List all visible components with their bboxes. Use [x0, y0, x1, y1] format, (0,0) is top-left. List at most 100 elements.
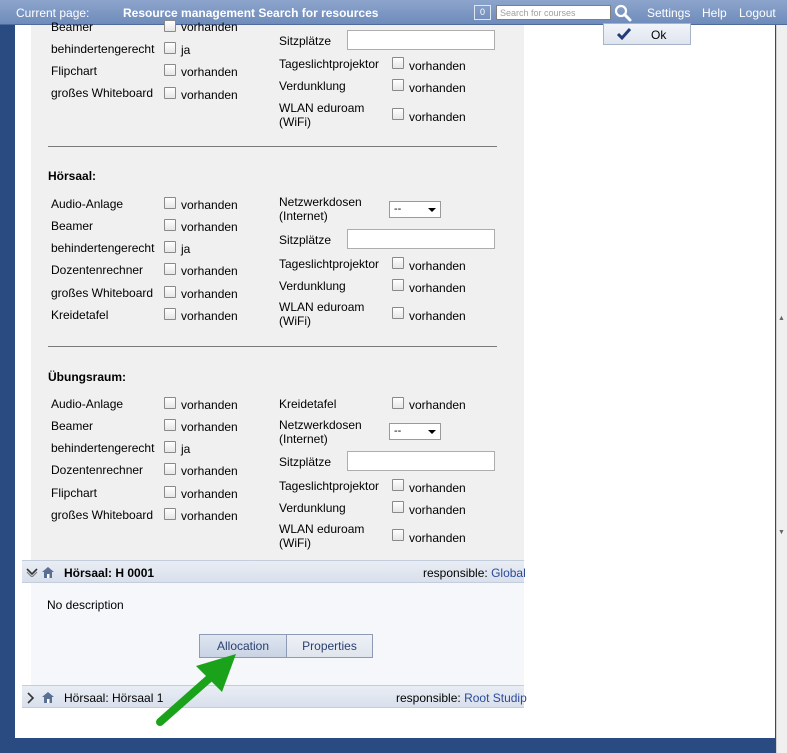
section-divider	[48, 146, 497, 147]
property-label: Audio-Anlage	[51, 197, 124, 211]
resource-responsible: responsible: Root Studip	[396, 691, 527, 705]
property-label: Kreidetafel	[279, 397, 337, 411]
annotation-arrow-icon	[156, 654, 236, 726]
property-checkbox[interactable]	[164, 486, 176, 498]
property-checkbox[interactable]	[164, 42, 176, 54]
property-value: vorhanden	[181, 198, 238, 212]
property-checkbox[interactable]	[392, 307, 404, 319]
section-title: Übungsraum:	[48, 370, 126, 384]
property-checkbox[interactable]	[164, 219, 176, 231]
property-checkbox[interactable]	[164, 87, 176, 99]
checkmark-icon	[616, 28, 632, 41]
property-checkbox[interactable]	[164, 308, 176, 320]
property-label: Flipchart	[51, 486, 98, 500]
property-label: Tageslichtprojektor	[279, 257, 380, 271]
ok-button-label: Ok	[651, 28, 667, 42]
property-value: ja	[181, 43, 191, 57]
property-checkbox[interactable]	[392, 57, 404, 69]
property-label: Sitzplätze	[279, 455, 332, 469]
property-checkbox[interactable]	[164, 419, 176, 431]
property-checkbox[interactable]	[392, 501, 404, 513]
property-label: Dozentenrechner	[51, 463, 144, 477]
chevron-down-icon	[428, 430, 436, 434]
chevron-down-icon	[428, 208, 436, 212]
ok-button[interactable]: Ok	[603, 23, 691, 45]
property-value: vorhanden	[409, 59, 466, 73]
building-icon	[42, 567, 54, 578]
responsible-label: responsible:	[396, 691, 461, 705]
responsible-link[interactable]: Global	[491, 566, 526, 580]
property-checkbox[interactable]	[392, 108, 404, 120]
property-label: Verdunklung	[279, 279, 346, 293]
property-checkbox[interactable]	[392, 479, 404, 491]
property-value: vorhanden	[409, 281, 466, 295]
property-checkbox[interactable]	[164, 241, 176, 253]
property-value: vorhanden	[181, 309, 238, 323]
property-value: vorhanden	[409, 259, 466, 273]
property-label: Netzwerkdosen (Internet)	[279, 418, 362, 446]
property-checkbox[interactable]	[164, 286, 176, 298]
property-checkbox[interactable]	[164, 263, 176, 275]
seats-input[interactable]	[347, 30, 495, 50]
logout-link[interactable]: Logout	[739, 6, 776, 20]
resource-responsible: responsible: Global	[423, 566, 526, 580]
property-checkbox[interactable]	[392, 257, 404, 269]
property-checkbox[interactable]	[392, 79, 404, 91]
network-sockets-select[interactable]: --	[389, 423, 441, 440]
property-value: vorhanden	[181, 65, 238, 79]
tab-properties[interactable]: Properties	[286, 634, 373, 658]
responsible-link[interactable]: Root Studip	[464, 691, 527, 705]
property-value: ja	[181, 442, 191, 456]
collapse-chevron-icon[interactable]	[26, 567, 38, 577]
seats-input[interactable]	[347, 451, 495, 471]
property-value: vorhanden	[409, 110, 466, 124]
search-icon[interactable]	[614, 4, 632, 22]
property-checkbox[interactable]	[164, 64, 176, 76]
course-search-input[interactable]	[496, 5, 611, 20]
property-value: vorhanden	[409, 481, 466, 495]
property-label: Verdunklung	[279, 501, 346, 515]
property-checkbox[interactable]	[164, 508, 176, 520]
property-value: vorhanden	[181, 398, 238, 412]
property-value: vorhanden	[181, 264, 238, 278]
notification-counter[interactable]: 0	[474, 5, 491, 20]
help-link[interactable]: Help	[702, 6, 727, 20]
property-value: vorhanden	[181, 464, 238, 478]
network-sockets-select[interactable]: --	[389, 201, 441, 218]
property-label: Sitzplätze	[279, 34, 332, 48]
property-label: Sitzplätze	[279, 233, 332, 247]
property-label: WLAN eduroam (WiFi)	[279, 522, 365, 550]
property-label: WLAN eduroam (WiFi)	[279, 300, 365, 328]
resource-name[interactable]: Hörsaal: H 0001	[64, 566, 154, 580]
property-checkbox[interactable]	[164, 397, 176, 409]
property-checkbox[interactable]	[164, 441, 176, 453]
property-checkbox[interactable]	[164, 20, 176, 32]
page-scrollbar[interactable]: ▲ ▼	[776, 25, 787, 753]
property-label: behindertengerecht	[51, 42, 155, 56]
property-checkbox[interactable]	[392, 397, 404, 409]
property-label: behindertengerecht	[51, 241, 155, 255]
seats-input[interactable]	[347, 229, 495, 249]
property-label: WLAN eduroam (WiFi)	[279, 101, 365, 129]
property-checkbox[interactable]	[164, 197, 176, 209]
property-label: Flipchart	[51, 64, 98, 78]
property-checkbox[interactable]	[164, 463, 176, 475]
property-value: vorhanden	[409, 309, 466, 323]
settings-link[interactable]: Settings	[647, 6, 690, 20]
property-value: vorhanden	[409, 531, 466, 545]
resource-name[interactable]: Hörsaal: Hörsaal 1	[64, 691, 163, 705]
resource-description: No description	[47, 598, 124, 612]
select-value: --	[394, 425, 402, 437]
expand-chevron-icon[interactable]	[26, 692, 36, 704]
property-checkbox[interactable]	[392, 529, 404, 541]
select-value: --	[394, 203, 402, 215]
property-checkbox[interactable]	[392, 279, 404, 291]
property-value: vorhanden	[181, 88, 238, 102]
resource-row-header[interactable]: Hörsaal: H 0001 responsible: Global	[22, 560, 526, 583]
property-label: Verdunklung	[279, 79, 346, 93]
top-bar: Current page: Resource management Search…	[0, 0, 787, 25]
property-label: großes Whiteboard	[51, 86, 154, 100]
resource-row-header[interactable]: Hörsaal: Hörsaal 1 responsible: Root Stu…	[22, 685, 527, 708]
property-value: vorhanden	[181, 220, 238, 234]
property-label: großes Whiteboard	[51, 508, 154, 522]
